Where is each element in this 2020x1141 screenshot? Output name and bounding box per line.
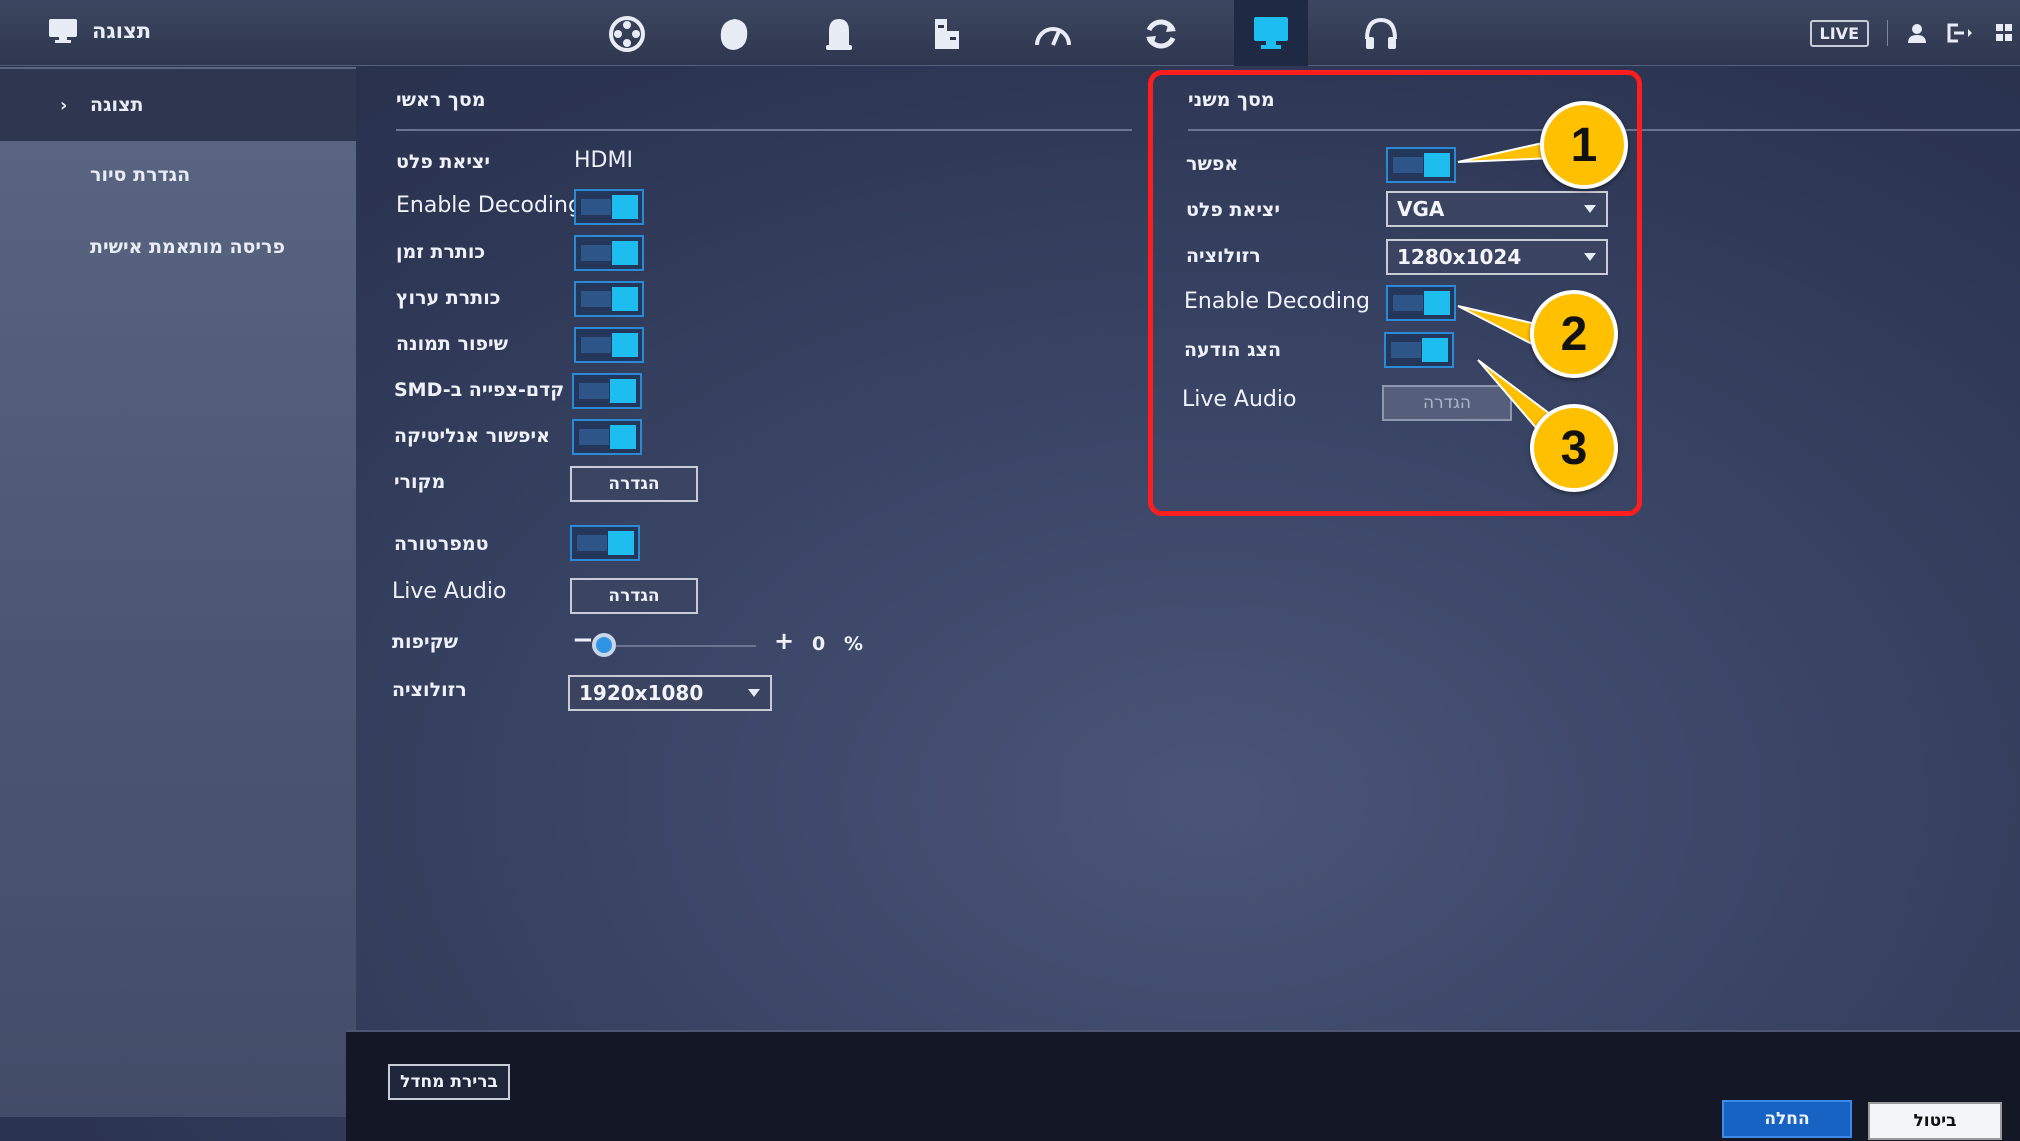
speedometer-icon[interactable] [1032, 14, 1074, 54]
chevron-down-icon [748, 689, 760, 697]
storage-icon[interactable] [926, 14, 968, 54]
toggle-knob [612, 195, 638, 219]
transparency-minus-button[interactable]: − [572, 625, 594, 655]
sidebar: › תצוגה הגדרת סיור פריסה מותאמת אישית [0, 67, 356, 1117]
transparency-slider-knob[interactable] [592, 633, 616, 657]
sidebar-item-label: תצוגה [90, 94, 144, 116]
window-title: תצוגה [48, 18, 151, 44]
monitor-icon [49, 19, 77, 43]
main-resolution-label: רזולוציה [392, 679, 467, 701]
sidebar-item-custom-layout[interactable]: פריסה מותאמת אישית [0, 211, 356, 283]
callout-1: 1 [1540, 101, 1628, 189]
temperature-toggle[interactable] [570, 525, 640, 561]
temperature-label: טמפרטורה [394, 533, 489, 555]
main-enable-decoding-label: Enable Decoding [396, 193, 582, 218]
time-title-label: כותרת זמן [396, 241, 486, 263]
main-live-audio-button[interactable]: הגדרה [570, 578, 698, 614]
toggle-knob [610, 425, 636, 449]
logout-icon[interactable] [1946, 22, 1976, 44]
main-output-value: HDMI [574, 148, 633, 173]
top-bar-actions: LIVE [1809, 16, 2020, 50]
smd-preview-label: SMD-קדם-צפייה ב [394, 379, 565, 401]
chevron-right-icon: › [60, 94, 68, 116]
live-button[interactable]: LIVE [1809, 19, 1869, 47]
sidebar-item-tour[interactable]: הגדרת סיור [0, 139, 356, 211]
main-resolution-select[interactable]: 1920x1080 [568, 675, 772, 711]
transparency-unit: % [844, 633, 864, 655]
main-screen-heading: מסך ראשי [396, 89, 486, 111]
toggle-knob [612, 287, 638, 311]
main-enable-decoding-toggle[interactable] [574, 189, 644, 225]
headset-icon[interactable] [1360, 14, 1402, 54]
window-title-text: תצוגה [92, 19, 152, 43]
toggle-knob [608, 531, 634, 555]
source-setup-button[interactable]: הגדרה [570, 466, 698, 502]
user-icon[interactable] [1906, 22, 1928, 44]
smd-preview-toggle[interactable] [572, 373, 642, 409]
toggle-knob [612, 241, 638, 265]
toggle-track [581, 291, 611, 307]
dvr-screen: תצוגה LIVE › תצוגה הגדרת סיור פריסה מותא… [0, 0, 2020, 1141]
main-output-label: יציאת פלט [396, 151, 490, 173]
sidebar-item-label: פריסה מותאמת אישית [90, 236, 285, 258]
sidebar-item-display[interactable]: › תצוגה [0, 69, 356, 141]
top-bar: תצוגה LIVE [0, 0, 2020, 66]
transparency-value: 0 [812, 633, 826, 655]
channel-title-label: כותרת ערוץ [396, 287, 501, 309]
sidebar-item-label: הגדרת סיור [90, 164, 191, 186]
toggle-track [577, 535, 607, 551]
callout-3: 3 [1530, 404, 1618, 492]
transparency-slider-track[interactable] [596, 645, 756, 647]
channel-title-toggle[interactable] [574, 281, 644, 317]
divider [396, 129, 1132, 131]
toggle-track [581, 337, 611, 353]
main-live-audio-label: Live Audio [392, 579, 507, 604]
image-enhance-label: שיפור תמונה [396, 333, 508, 355]
sync-icon[interactable] [1140, 14, 1182, 54]
ai-icon[interactable] [818, 14, 860, 54]
toggle-track [581, 245, 611, 261]
grid-menu-icon[interactable] [1994, 22, 2014, 44]
toggle-track [581, 199, 611, 215]
image-enhance-toggle[interactable] [574, 327, 644, 363]
analytics-label: איפשור אנליטיקה [394, 425, 550, 447]
main-resolution-value: 1920x1080 [579, 681, 704, 705]
source-label: מקורי [394, 471, 446, 493]
toolbar-divider [1887, 20, 1888, 46]
toggle-track [579, 383, 609, 399]
transparency-plus-button[interactable]: + [774, 627, 794, 655]
cancel-button[interactable]: ביטול [1868, 1102, 2002, 1140]
toggle-knob [612, 333, 638, 357]
toggle-track [579, 429, 609, 445]
transparency-label: שקיפות [392, 631, 458, 653]
display-icon[interactable] [1234, 0, 1308, 66]
toggle-knob [610, 379, 636, 403]
analytics-toggle[interactable] [572, 419, 642, 455]
apply-button[interactable]: החלה [1722, 1100, 1852, 1138]
face-icon[interactable] [712, 14, 754, 54]
default-button[interactable]: ברירת מחדל [388, 1064, 510, 1100]
camera-reel-icon[interactable] [606, 14, 648, 54]
callout-2: 2 [1530, 290, 1618, 378]
time-title-toggle[interactable] [574, 235, 644, 271]
